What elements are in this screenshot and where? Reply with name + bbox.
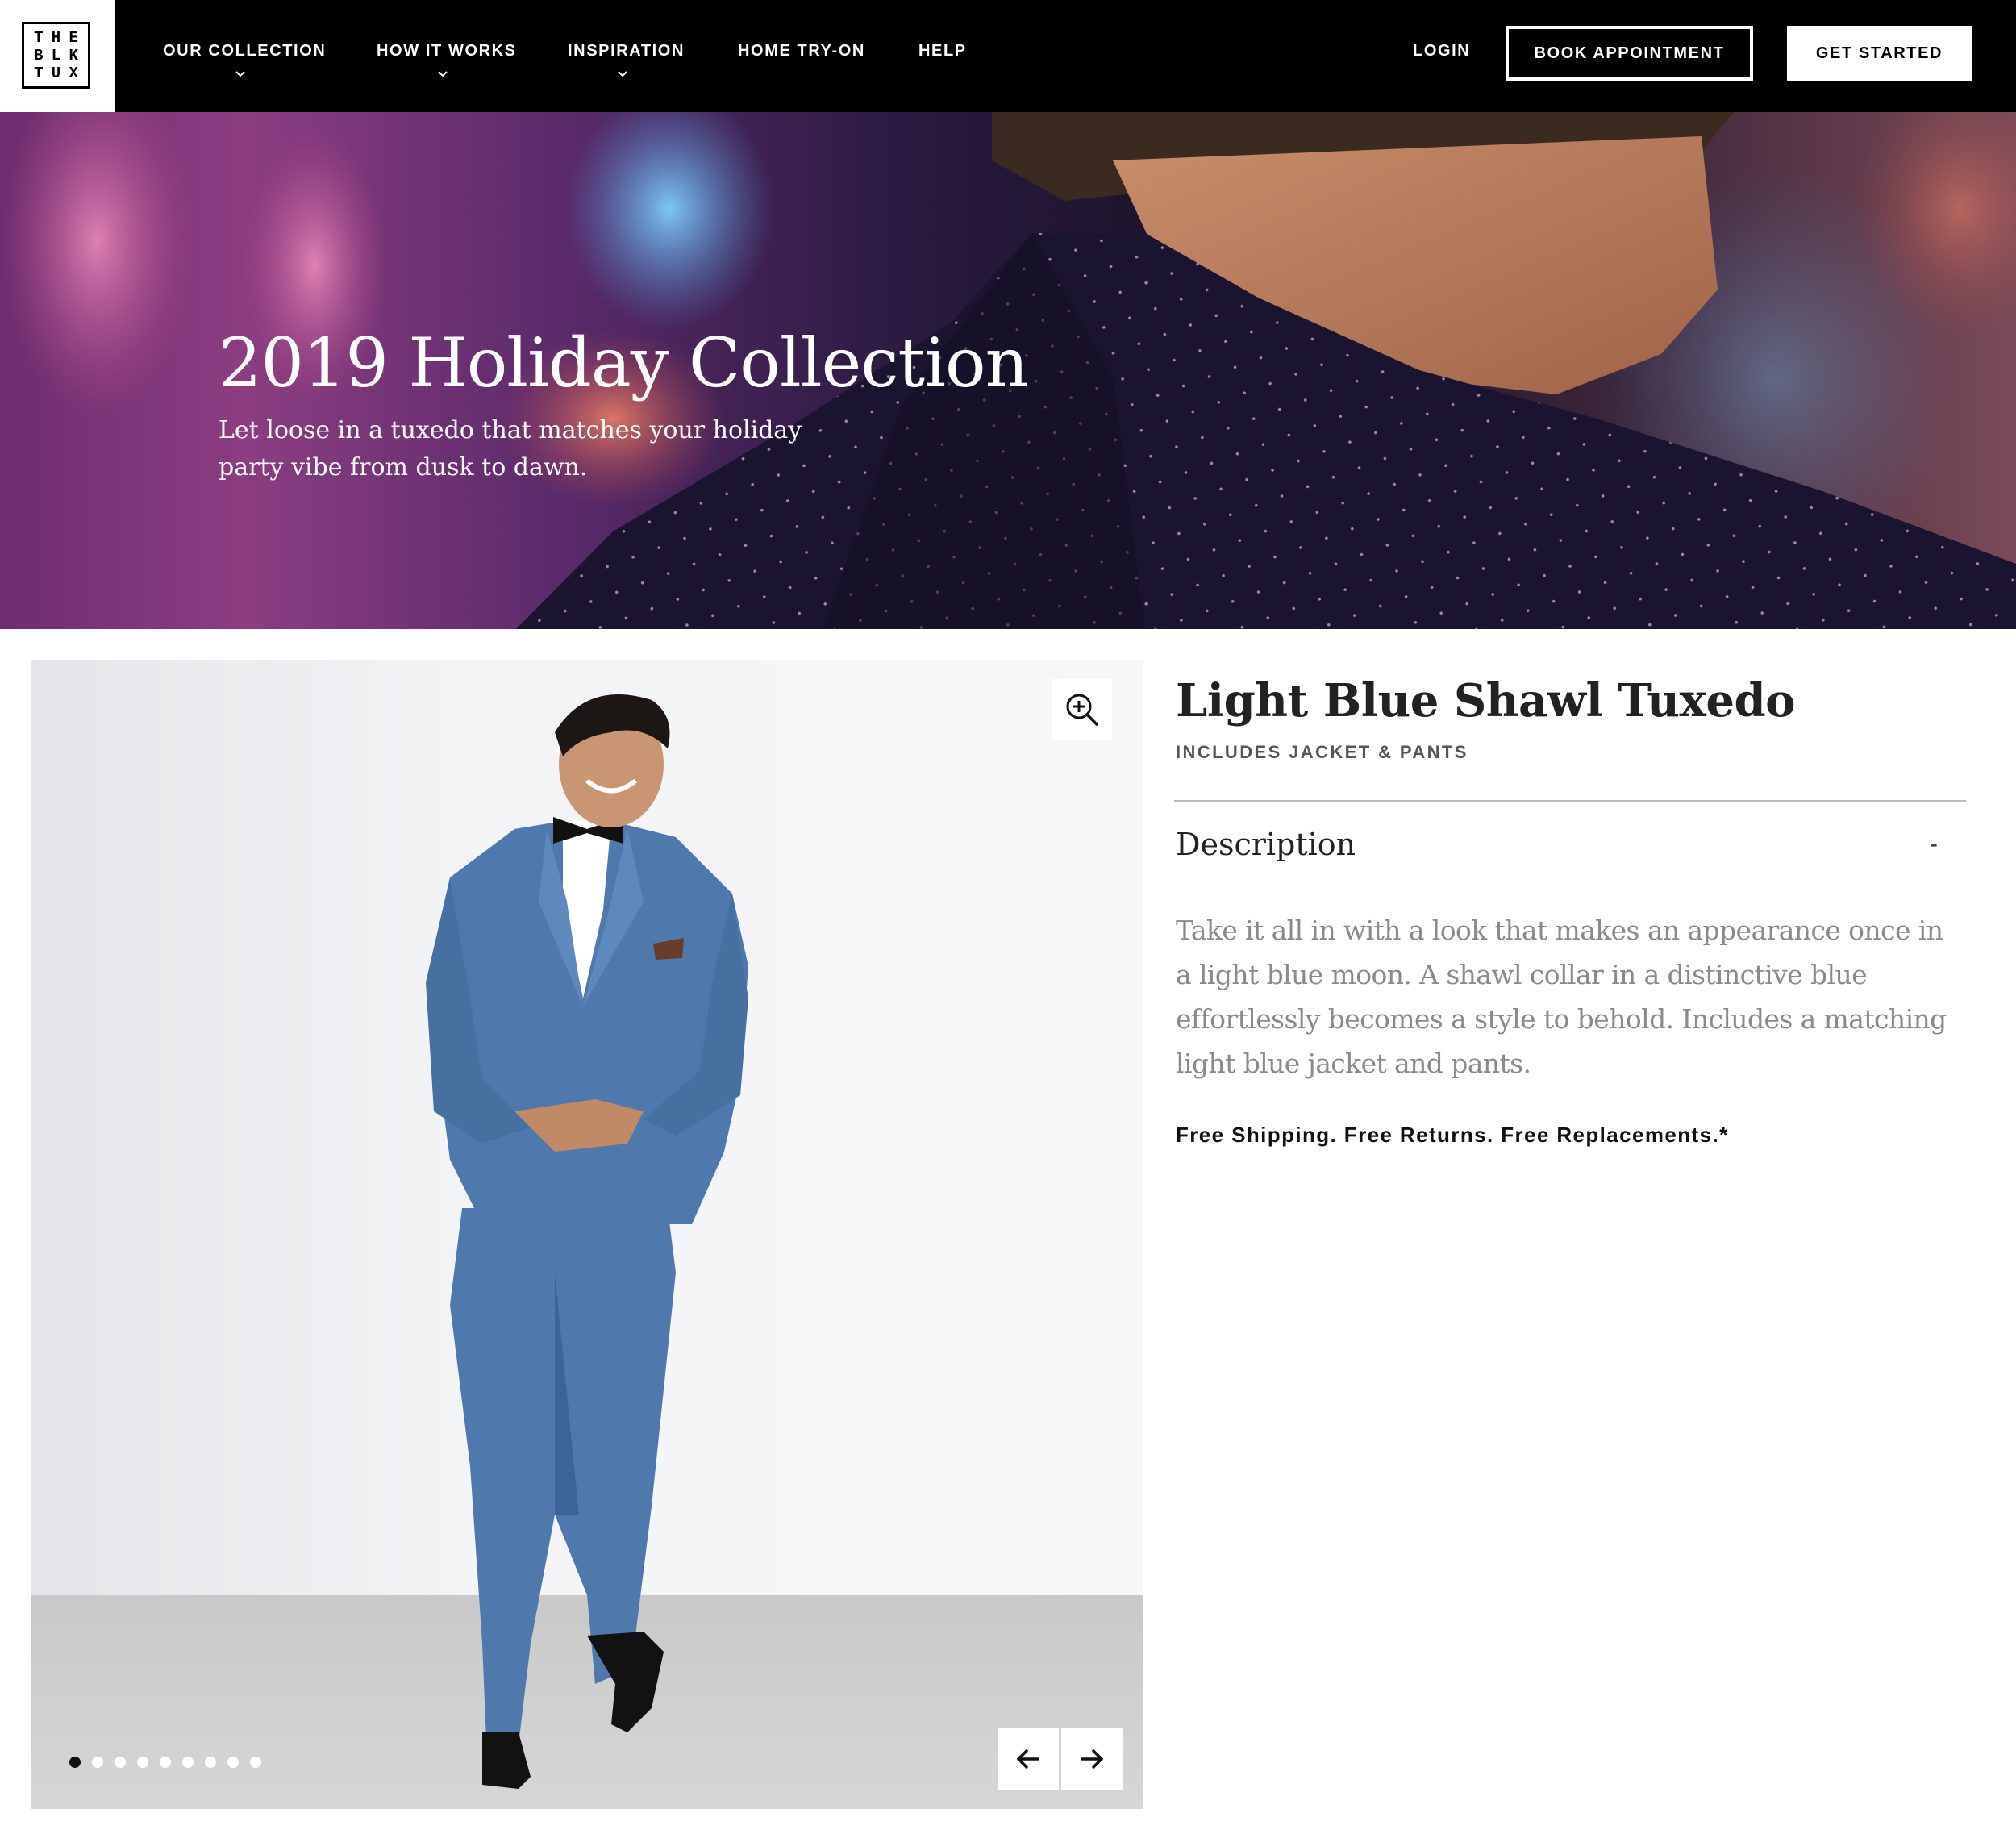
description-line: a light blue moon. A shawl collar in a d… <box>1176 959 1868 990</box>
product-image-carousel[interactable] <box>31 660 1143 1809</box>
carousel-dot[interactable] <box>227 1757 239 1768</box>
carousel-dot[interactable] <box>69 1757 81 1768</box>
carousel-dot[interactable] <box>137 1757 148 1768</box>
hero-banner: 2019 Holiday Collection Let loose in a t… <box>0 112 2016 629</box>
product-includes: INCLUDES JACKET & PANTS <box>1176 742 1468 762</box>
carousel-dot[interactable] <box>205 1757 216 1768</box>
top-nav: T H E B L K T U X OUR COLLECTION HOW IT … <box>0 0 2016 112</box>
logo-letter: T <box>34 65 44 82</box>
zoom-button[interactable] <box>1052 679 1112 740</box>
book-appointment-button[interactable]: BOOK APPOINTMENT <box>1506 26 1753 81</box>
carousel-dot[interactable] <box>250 1757 261 1768</box>
nav-item-how-it-works[interactable]: HOW IT WORKS <box>377 42 517 60</box>
arrow-right-icon <box>1081 1749 1103 1769</box>
prev-image-button[interactable] <box>998 1728 1059 1790</box>
description-line: Take it all in with a look that makes an… <box>1176 915 1943 946</box>
carousel-dot[interactable] <box>92 1757 103 1768</box>
chevron-down-icon[interactable] <box>618 69 627 79</box>
logo-letter: X <box>69 65 78 82</box>
shipping-note: Free Shipping. Free Returns. Free Replac… <box>1176 1123 1729 1147</box>
logo-letter: T <box>34 29 44 47</box>
chevron-down-icon[interactable] <box>438 69 448 79</box>
chevron-down-icon[interactable] <box>235 69 245 79</box>
logo-letter: E <box>69 29 78 47</box>
logo-letter: K <box>69 47 78 65</box>
get-started-button[interactable]: GET STARTED <box>1787 26 1972 81</box>
zoom-in-icon <box>1066 694 1098 726</box>
divider <box>1174 800 1966 802</box>
hero-subtitle: Let loose in a tuxedo that matches your … <box>219 412 831 486</box>
logo-letter: H <box>51 29 61 47</box>
carousel-dot[interactable] <box>160 1757 171 1768</box>
description-line: effortlessly becomes a style to behold. … <box>1176 1003 1947 1035</box>
logo-letter: U <box>51 65 61 82</box>
nav-item-our-collection[interactable]: OUR COLLECTION <box>163 42 326 60</box>
hero-subtitle-line: party vibe from dusk to dawn. <box>219 453 588 481</box>
product-title: Light Blue Shawl Tuxedo <box>1176 674 1796 727</box>
hero-title: 2019 Holiday Collection <box>219 323 1029 402</box>
hero-subtitle-line: Let loose in a tuxedo that matches your … <box>219 416 802 444</box>
description-collapse-toggle[interactable]: - <box>1922 831 1946 863</box>
arrow-left-icon <box>1017 1749 1039 1769</box>
login-link[interactable]: LOGIN <box>1413 42 1470 60</box>
next-image-button[interactable] <box>1061 1728 1123 1790</box>
logo-mark: T H E B L K T U X <box>22 22 90 89</box>
description-text: Take it all in with a look that makes an… <box>1176 908 1966 1086</box>
description-line: light blue jacket and pants. <box>1176 1048 1531 1079</box>
logo-letter: L <box>51 47 61 65</box>
product-photo <box>426 694 748 1789</box>
brand-logo[interactable]: T H E B L K T U X <box>0 0 115 112</box>
carousel-dot[interactable] <box>182 1757 194 1768</box>
logo-letter: B <box>34 47 44 65</box>
carousel-dot[interactable] <box>115 1757 126 1768</box>
nav-item-inspiration[interactable]: INSPIRATION <box>568 42 685 60</box>
description-heading[interactable]: Description <box>1176 827 1356 862</box>
nav-item-help[interactable]: HELP <box>918 42 967 60</box>
carousel-indicators <box>69 1757 261 1768</box>
nav-item-home-try-on[interactable]: HOME TRY-ON <box>738 42 865 60</box>
